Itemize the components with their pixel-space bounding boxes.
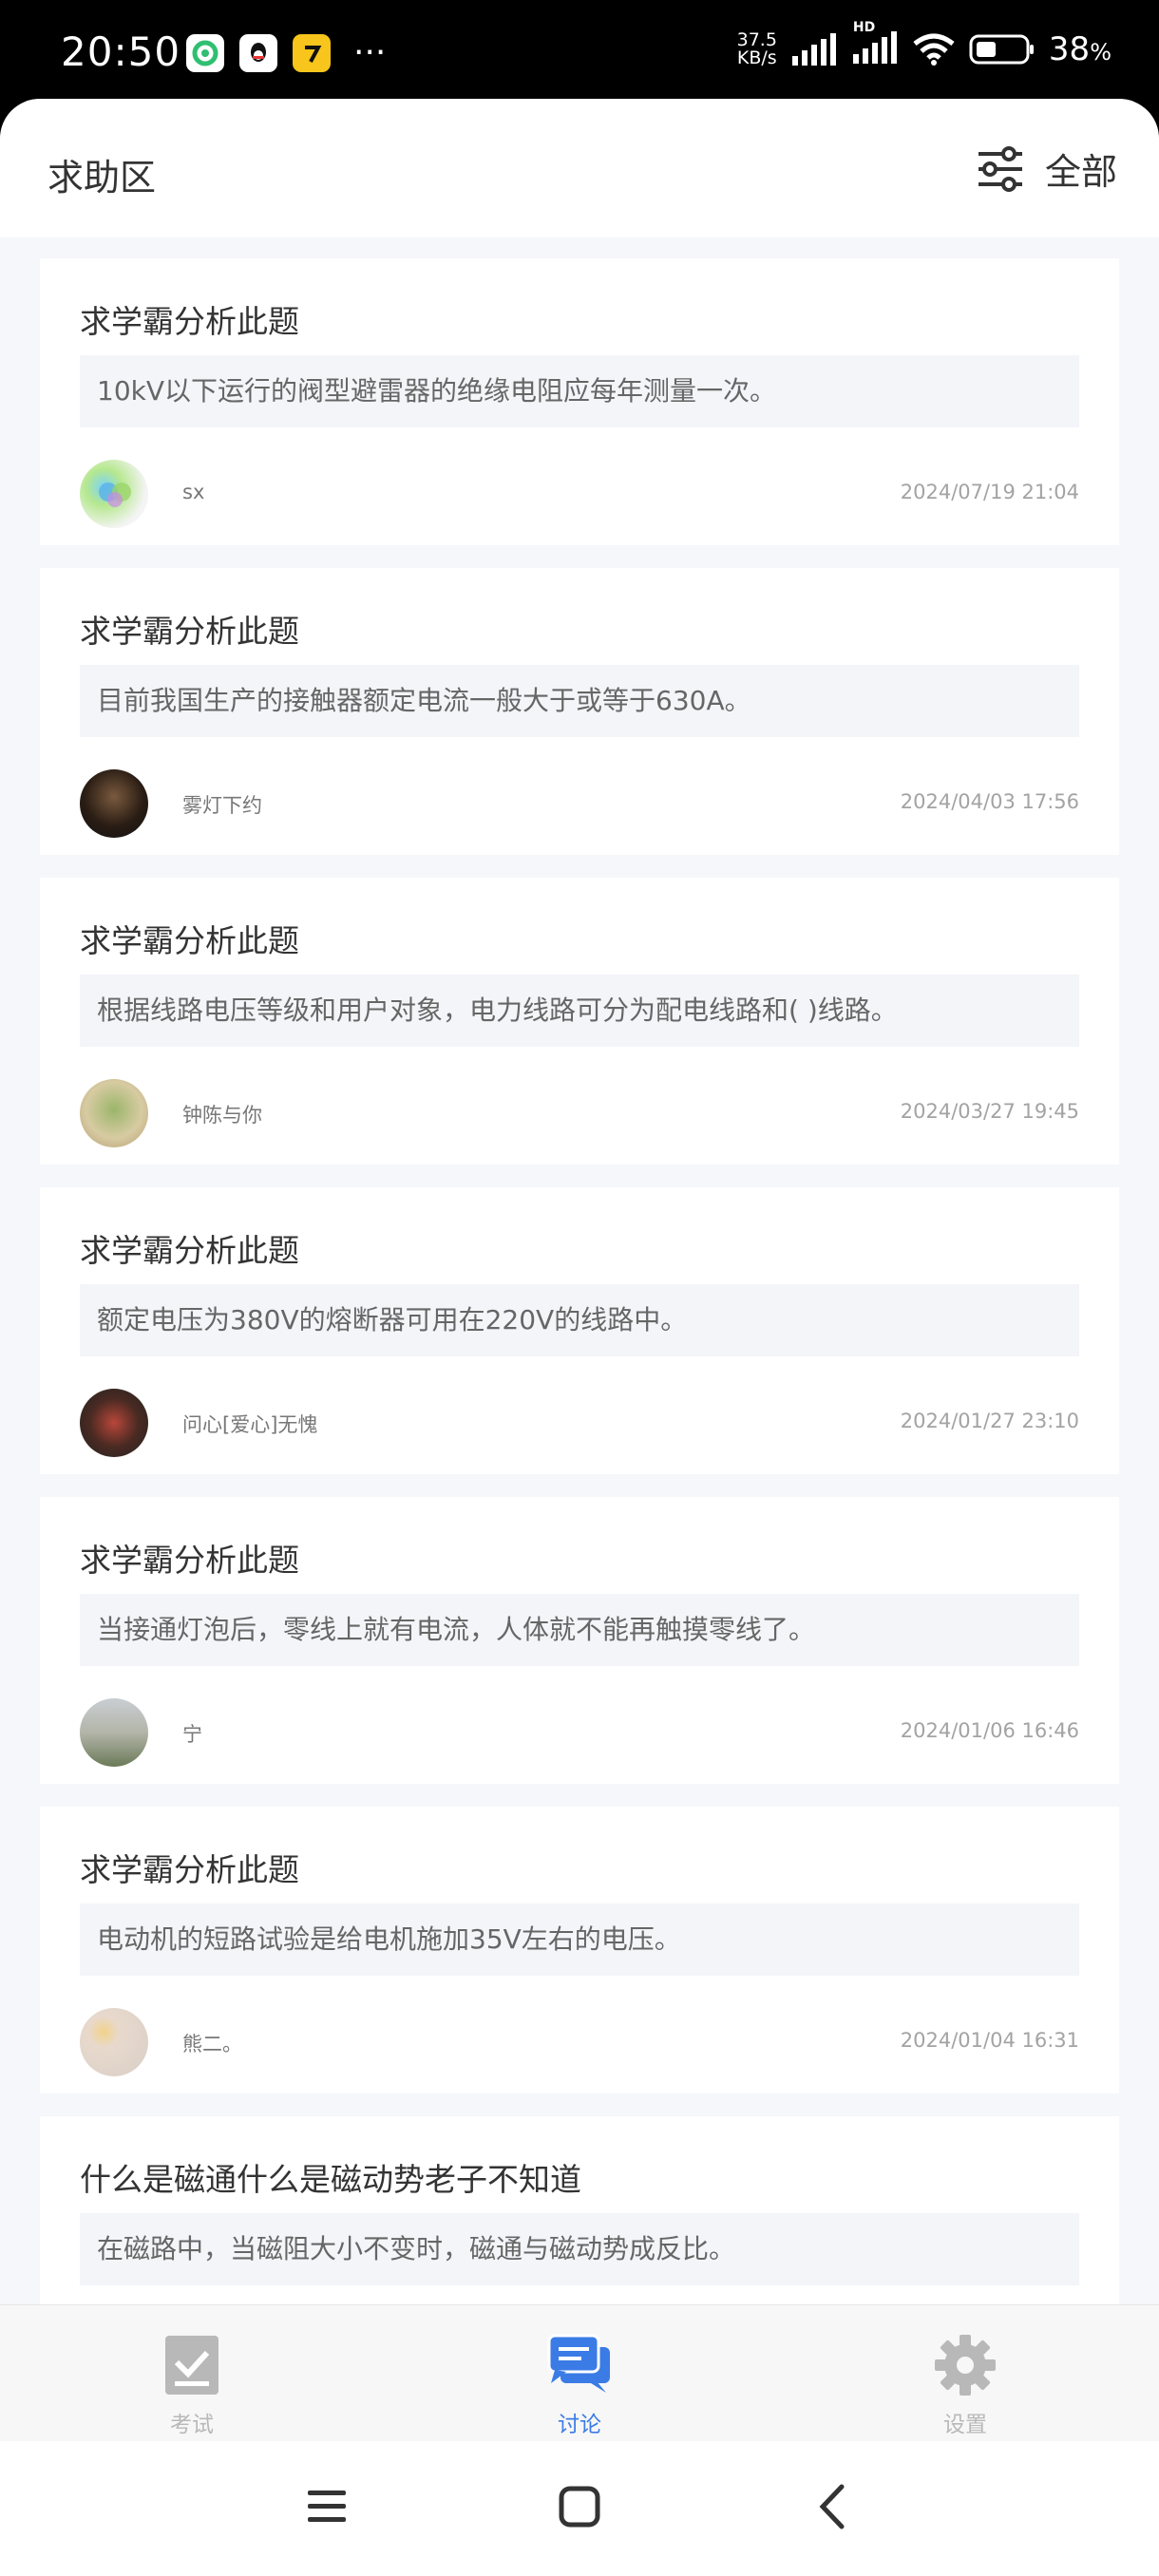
filter-sliders-icon — [978, 145, 1022, 192]
status-bar: 20:50 ··· 37.5 KB/s HD 38% — [0, 0, 1159, 104]
system-nav-bar — [0, 2441, 1159, 2576]
avatar[interactable] — [80, 1698, 148, 1767]
post-question: 在磁路中，当磁阻大小不变时，磁通与磁动势成反比。 — [80, 2213, 1079, 2285]
avatar[interactable] — [80, 460, 148, 528]
post-title: 求学霸分析此题 — [80, 922, 299, 959]
signal-icon — [791, 33, 836, 66]
checklist-icon — [165, 2336, 218, 2395]
square-home-icon — [559, 2486, 600, 2528]
avatar[interactable] — [80, 1389, 148, 1457]
tab-settings[interactable]: 设置 — [889, 2334, 1041, 2438]
wifi-icon — [913, 33, 955, 66]
home-button[interactable] — [557, 2483, 602, 2534]
bottom-tab-bar: 考试 讨论 设置 — [0, 2304, 1159, 2441]
post-username[interactable]: 问心[爱心]无愧 — [182, 1410, 317, 1438]
avatar[interactable] — [80, 1079, 148, 1147]
post-time: 2024/03/27 19:45 — [900, 1100, 1079, 1123]
post-question: 10kV以下运行的阀型避雷器的绝缘电阻应每年测量一次。 — [80, 355, 1079, 427]
post-title: 什么是磁通什么是磁动势老子不知道 — [80, 2161, 581, 2198]
app-notification-icon — [186, 34, 224, 72]
post-question: 目前我国生产的接触器额定电流一般大于或等于630A。 — [80, 665, 1079, 737]
back-button[interactable] — [813, 2483, 851, 2534]
more-notifications-icon: ··· — [353, 33, 387, 72]
avatar[interactable] — [80, 769, 148, 838]
tab-discussion[interactable]: 讨论 — [504, 2334, 656, 2438]
post-time: 2024/01/04 16:31 — [900, 2029, 1079, 2052]
post-title: 求学霸分析此题 — [80, 303, 299, 340]
page-header: 求助区 全部 — [0, 99, 1159, 237]
post-time: 2024/01/27 23:10 — [900, 1410, 1079, 1432]
status-right: 37.5 KB/s HD 38% — [736, 20, 1112, 68]
filter-label: 全部 — [1044, 151, 1117, 193]
post-title: 求学霸分析此题 — [80, 613, 299, 650]
post-feed[interactable]: 求学霸分析此题 10kV以下运行的阀型避雷器的绝缘电阻应每年测量一次。 sx 2… — [40, 258, 1119, 2426]
tab-discussion-label: 讨论 — [558, 2413, 601, 2437]
filter-button[interactable]: 全部 — [977, 142, 1117, 195]
tab-exam-label: 考试 — [170, 2413, 214, 2437]
page-title: 求助区 — [48, 157, 157, 199]
post-question: 额定电压为380V的熔断器可用在220V的线路中。 — [80, 1284, 1079, 1356]
network-speed: 37.5 KB/s — [736, 29, 777, 68]
post-time: 2024/01/06 16:46 — [900, 1719, 1079, 1742]
menu-icon — [308, 2491, 346, 2522]
post-question: 电动机的短路试验是给电机施加35V左右的电压。 — [80, 1904, 1079, 1976]
post-username[interactable]: sx — [182, 481, 204, 503]
post-username[interactable]: 宁 — [182, 1719, 202, 1748]
post-title: 求学霸分析此题 — [80, 1851, 299, 1888]
post-card[interactable]: 求学霸分析此题 额定电压为380V的熔断器可用在220V的线路中。 问心[爱心]… — [40, 1187, 1119, 1474]
post-time: 2024/04/03 17:56 — [900, 790, 1079, 813]
post-card[interactable]: 求学霸分析此题 目前我国生产的接触器额定电流一般大于或等于630A。 雾灯下约 … — [40, 568, 1119, 855]
battery-percent: 38% — [1048, 30, 1112, 68]
post-username[interactable]: 雾灯下约 — [182, 790, 262, 819]
signal-hd-icon: HD — [851, 20, 899, 67]
chevron-left-icon — [819, 2484, 845, 2529]
recents-button[interactable] — [304, 2483, 350, 2534]
post-card[interactable]: 求学霸分析此题 10kV以下运行的阀型避雷器的绝缘电阻应每年测量一次。 sx 2… — [40, 258, 1119, 545]
qq-icon — [239, 34, 277, 72]
notification-icons: ··· — [186, 34, 386, 72]
status-time: 20:50 — [61, 28, 181, 75]
post-username[interactable]: 钟陈与你 — [182, 1100, 262, 1128]
battery-icon — [969, 34, 1034, 65]
post-title: 求学霸分析此题 — [80, 1232, 299, 1269]
app-yellow-icon — [293, 34, 331, 72]
post-question: 当接通灯泡后，零线上就有电流，人体就不能再触摸零线了。 — [80, 1594, 1079, 1666]
gear-icon — [935, 2335, 996, 2396]
tab-settings-label: 设置 — [943, 2413, 987, 2437]
post-card[interactable]: 求学霸分析此题 根据线路电压等级和用户对象，电力线路可分为配电线路和( )线路。… — [40, 878, 1119, 1165]
chat-bubbles-icon — [547, 2334, 610, 2393]
avatar[interactable] — [80, 2008, 148, 2076]
post-title: 求学霸分析此题 — [80, 1542, 299, 1579]
tab-exam[interactable]: 考试 — [116, 2334, 268, 2438]
post-question: 根据线路电压等级和用户对象，电力线路可分为配电线路和( )线路。 — [80, 975, 1079, 1047]
post-time: 2024/07/19 21:04 — [900, 481, 1079, 503]
post-card[interactable]: 求学霸分析此题 当接通灯泡后，零线上就有电流，人体就不能再触摸零线了。 宁 20… — [40, 1497, 1119, 1784]
post-card[interactable]: 求学霸分析此题 电动机的短路试验是给电机施加35V左右的电压。 熊二。 2024… — [40, 1807, 1119, 2093]
post-username[interactable]: 熊二。 — [182, 2029, 242, 2057]
main-sheet: 求助区 全部 求学霸分析此题 10kV以下运行的阀型避雷器的绝缘电阻应每年测量一… — [0, 99, 1159, 2441]
